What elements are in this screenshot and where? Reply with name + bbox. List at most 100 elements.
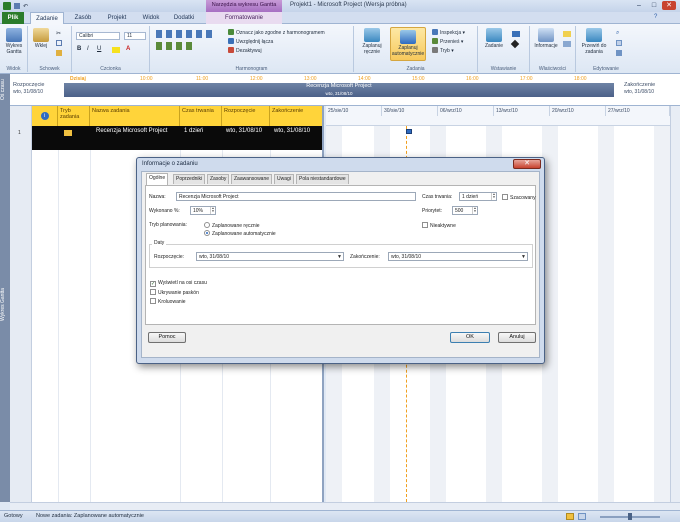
gantt-chart-label: Wykres Gantta bbox=[5, 43, 23, 55]
tab-custom-fields[interactable]: Pola niestandardowe bbox=[296, 174, 349, 184]
cut-icon[interactable]: ✂ bbox=[56, 30, 61, 37]
tab-notes[interactable]: Uwagi bbox=[274, 174, 294, 184]
copy-icon[interactable] bbox=[56, 40, 62, 46]
start-cell[interactable]: wto, 31/08/10 bbox=[224, 126, 270, 150]
duration-spinner[interactable]: ▲ ▼ bbox=[491, 193, 496, 200]
help-button[interactable]: Pomoc bbox=[148, 332, 186, 343]
highlight-color-icon[interactable] bbox=[112, 47, 120, 53]
paste-button[interactable]: Wklej bbox=[31, 28, 51, 49]
rollup-checkbox[interactable]: Kroluowanie bbox=[150, 298, 186, 305]
row-number[interactable]: 1 bbox=[18, 130, 21, 136]
start-date-field[interactable]: wto, 31/08/10 ▼ bbox=[196, 252, 344, 261]
column-task-name[interactable]: Nazwa zadania bbox=[90, 106, 180, 126]
inactivate-icon bbox=[228, 47, 234, 53]
zoom-slider-thumb[interactable] bbox=[628, 513, 632, 520]
auto-schedule-button[interactable]: Zaplanuj automatycznie bbox=[390, 27, 426, 61]
column-finish[interactable]: Zakończenie bbox=[270, 106, 322, 126]
column-info[interactable]: i bbox=[32, 106, 58, 126]
help-icon[interactable]: ? bbox=[654, 14, 657, 20]
scroll-to-task-button[interactable]: Przewiń do zadania bbox=[578, 28, 610, 55]
inactivate-button[interactable]: Dezaktywuj bbox=[228, 47, 262, 55]
undo-icon[interactable]: ↶ bbox=[23, 3, 28, 10]
font-size-combo[interactable]: 11 bbox=[124, 32, 146, 40]
inspect-label: Inspekcja bbox=[440, 30, 462, 36]
finish-cell[interactable]: wto, 31/08/10 bbox=[272, 126, 322, 150]
close-button[interactable]: ✕ bbox=[662, 1, 676, 10]
column-duration[interactable]: Czas trwania bbox=[180, 106, 222, 126]
tab-predecessors[interactable]: Poprzedniki bbox=[173, 174, 206, 184]
tab-format[interactable]: Formatowanie bbox=[206, 12, 282, 24]
font-color-icon[interactable]: A bbox=[126, 46, 130, 52]
tab-project[interactable]: Projekt bbox=[102, 12, 132, 24]
tab-resources[interactable]: Zasoby bbox=[207, 174, 230, 184]
hide-bar-checkbox[interactable]: Ukrywanie paskón bbox=[150, 289, 199, 296]
tab-addins[interactable]: Dodatki bbox=[168, 12, 200, 24]
start-date-dropdown-icon[interactable]: ▼ bbox=[337, 253, 342, 260]
move-button[interactable]: Przenieś ▾ bbox=[432, 38, 463, 46]
dialog-close-button[interactable]: ✕ bbox=[513, 159, 541, 169]
save-icon[interactable] bbox=[14, 3, 20, 9]
finish-date-dropdown-icon[interactable]: ▼ bbox=[521, 253, 526, 260]
mode-button[interactable]: Tryb ▾ bbox=[432, 47, 454, 55]
percent-spinner[interactable]: ▲ ▼ bbox=[210, 207, 215, 214]
column-task-mode[interactable]: Tryb zadania bbox=[58, 106, 90, 126]
mark-on-track-button[interactable]: Oznacz jako zgodne z harmonogramem bbox=[228, 29, 325, 37]
priority-field[interactable]: 500 ▲ ▼ bbox=[452, 206, 478, 215]
duration-field[interactable]: 1 dzień ▲ ▼ bbox=[459, 192, 497, 201]
task-name-field[interactable]: Recenzja Microsoft Project bbox=[176, 192, 416, 201]
tab-resource[interactable]: Zasób bbox=[70, 12, 96, 24]
timeline-task-bar[interactable]: Recenzja Microsoft Project wto, 31/08/10 bbox=[64, 83, 614, 97]
task-usage-shortcut-icon[interactable] bbox=[578, 513, 586, 520]
tab-advanced[interactable]: Zaawansowane bbox=[231, 174, 273, 184]
show-on-timeline-checkbox[interactable]: ✓ Wyświetl na osi czasu bbox=[150, 280, 207, 287]
information-button[interactable]: Informacje bbox=[532, 28, 560, 49]
task-name-cell[interactable]: Recenzja Microsoft Project bbox=[94, 126, 180, 150]
format-painter-icon[interactable] bbox=[56, 50, 62, 56]
tab-general[interactable]: Ogólne bbox=[146, 173, 169, 185]
bold-button[interactable]: B bbox=[77, 46, 81, 52]
notes-icon[interactable] bbox=[563, 31, 571, 37]
indent-icons[interactable] bbox=[156, 42, 196, 50]
progress-percent-icons[interactable] bbox=[156, 30, 216, 38]
estimated-checkbox[interactable]: Szacowany bbox=[502, 194, 536, 201]
italic-button[interactable]: I bbox=[87, 46, 89, 52]
inactive-checkbox[interactable]: Nieaktywne bbox=[422, 222, 456, 229]
tab-file[interactable]: Plik bbox=[2, 12, 24, 24]
gantt-view-shortcut-icon[interactable] bbox=[566, 513, 574, 520]
cancel-button[interactable]: Anuluj bbox=[498, 332, 536, 343]
summary-icon[interactable] bbox=[512, 31, 520, 37]
group-schedule: Oznacz jako zgodne z harmonogramem Uwzgl… bbox=[150, 26, 354, 72]
respect-links-button[interactable]: Uwzględnij łącza bbox=[228, 38, 273, 46]
view-side-label: Wykres Gantta bbox=[0, 106, 10, 502]
find-icon[interactable]: ⌕ bbox=[616, 30, 619, 37]
insert-task-button[interactable]: Zadanie bbox=[482, 28, 506, 49]
table-row[interactable]: Recenzja Microsoft Project 1 dzień wto, … bbox=[32, 126, 322, 150]
select-all-corner[interactable] bbox=[10, 106, 32, 126]
column-start[interactable]: Rozpoczęcie bbox=[222, 106, 270, 126]
ok-button[interactable]: OK bbox=[450, 332, 490, 343]
underline-button[interactable]: U bbox=[97, 46, 101, 52]
maximize-button[interactable]: □ bbox=[647, 1, 661, 10]
priority-spinner[interactable]: ▲ ▼ bbox=[472, 207, 477, 214]
vertical-scrollbar[interactable] bbox=[670, 106, 680, 502]
details-icon[interactable] bbox=[563, 41, 571, 47]
timeline[interactable]: Oś czasu Rozpoczęcie wto, 31/08/10 Dzisi… bbox=[0, 74, 680, 106]
respect-links-icon bbox=[228, 38, 234, 44]
fill-icon[interactable] bbox=[616, 50, 622, 56]
manual-schedule-button[interactable]: Zaplanuj ręcznie bbox=[357, 28, 387, 55]
font-name-combo[interactable]: Calibri bbox=[76, 32, 120, 40]
gantt-task-bar[interactable] bbox=[406, 129, 412, 134]
status-new-tasks[interactable]: Nowe zadania: Zaplanowane automatycznie bbox=[36, 511, 144, 522]
horizontal-scrollbar[interactable] bbox=[10, 502, 680, 510]
milestone-icon[interactable] bbox=[510, 39, 520, 49]
manual-radio[interactable]: Zaplanowane ręcznie bbox=[204, 222, 260, 229]
finish-date-field[interactable]: wto, 31/08/10 ▼ bbox=[388, 252, 528, 261]
minimize-button[interactable]: – bbox=[632, 1, 646, 10]
auto-radio[interactable]: Zaplanowane automatycznie bbox=[204, 230, 276, 237]
inspect-button[interactable]: Inspekcja ▾ bbox=[432, 29, 465, 37]
duration-cell[interactable]: 1 dzień bbox=[182, 126, 222, 150]
percent-complete-field[interactable]: 10% ▲ ▼ bbox=[190, 206, 216, 215]
tab-view[interactable]: Widok bbox=[138, 12, 164, 24]
gantt-chart-button[interactable]: Wykres Gantta bbox=[2, 28, 26, 55]
clear-icon[interactable] bbox=[616, 40, 622, 46]
